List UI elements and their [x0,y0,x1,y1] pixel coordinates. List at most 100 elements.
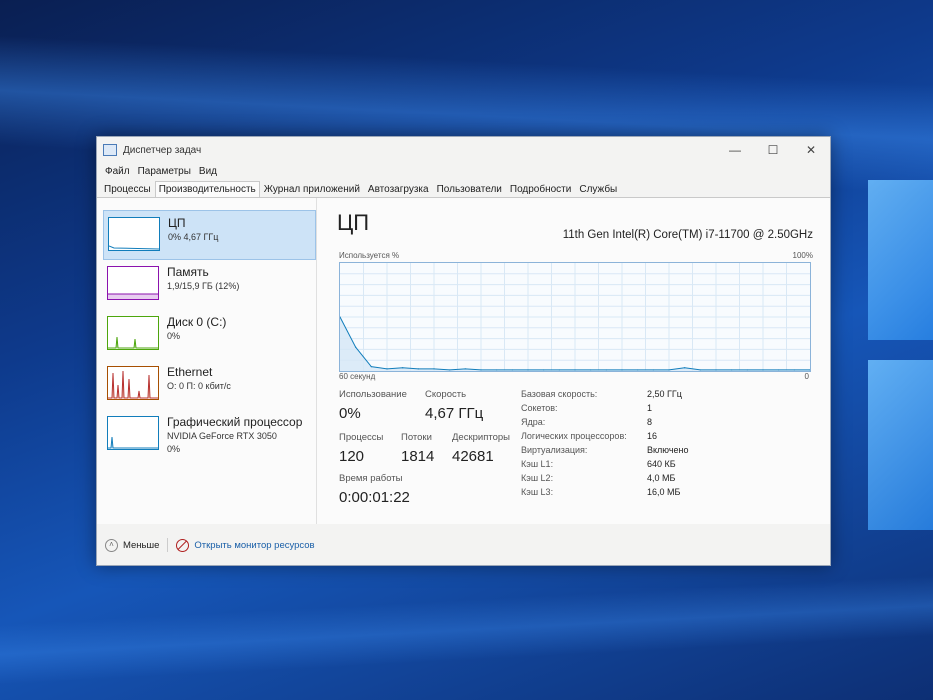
cpu-usage-point [480,369,482,371]
cpu-usage-point [715,369,717,371]
cpu-usage-point [652,369,654,371]
maximize-button[interactable]: ☐ [754,143,792,157]
graph-y-label: Используется % [339,251,400,260]
menu-bar: Файл Параметры Вид [97,163,830,179]
property-key: Кэш L1: [521,459,554,469]
cpu-usage-point [793,369,795,371]
sidebar-item-title: ЦП [168,216,186,230]
sidebar-item-subtitle: О: 0 П: 0 кбит/с [167,381,231,391]
tab-processes[interactable]: Процессы [100,181,155,197]
tab-users[interactable]: Пользователи [433,181,506,197]
speed-label: Скорость [425,389,467,400]
sidebar-item-gpu[interactable]: Графический процессор NVIDIA GeForce RTX… [103,410,314,458]
property-value: 16,0 МБ [647,487,681,497]
property-value: 1 [647,403,653,413]
cpu-usage-point [762,369,764,371]
tab-startup[interactable]: Автозагрузка [364,181,433,197]
property-value: 16 [647,431,658,441]
cpu-usage-point [590,369,592,371]
performance-panel: ЦП 0% 4,67 ГГц Память 1,9/15,9 ГБ (12%) [97,198,830,524]
graph-x-label: 60 секунд [339,372,376,381]
cpu-usage-point [417,368,419,370]
window-title: Диспетчер задач [123,144,202,156]
property-key: Кэш L3: [521,487,554,497]
sidebar-item-subtitle: 1,9/15,9 ГБ (12%) [167,281,240,291]
sidebar-item-title: Диск 0 (C:) [167,315,227,329]
cpu-usage-point [370,366,372,368]
uptime-value: 0:00:01:22 [339,489,410,506]
tab-app-history[interactable]: Журнал приложений [260,181,364,197]
memory-thumbnail-graph [107,266,159,300]
menu-options[interactable]: Параметры [134,166,195,177]
chevron-up-icon: ˄ [105,538,118,552]
menu-view[interactable]: Вид [195,166,221,177]
cpu-model-name: 11th Gen Intel(R) Core(TM) i7-11700 @ 2.… [562,229,813,241]
cpu-usage-point [386,368,388,370]
property-key: Логических процессоров: [521,431,627,441]
property-value: Включено [647,445,689,455]
sidebar-item-subtitle: 0% [167,331,181,341]
cpu-usage-point [637,369,639,371]
resource-monitor-icon [176,538,190,552]
fewer-details-label: Меньше [123,539,160,551]
property-key: Кэш L2: [521,473,554,483]
cpu-usage-point [449,369,451,371]
sidebar-item-subtitle: 0% [167,444,181,454]
handles-value: 42681 [452,448,494,465]
sidebar-item-title: Ethernet [167,365,213,379]
fewer-details-button[interactable]: ˄ Меньше [105,538,160,552]
cpu-usage-chart [339,263,811,371]
graph-y-max: 100% [792,251,813,260]
property-key: Сокетов: [521,403,558,413]
sidebar-item-title: Память [167,265,209,279]
tab-services[interactable]: Службы [575,181,621,197]
uptime-label: Время работы [339,473,403,484]
cpu-usage-point [684,367,686,369]
task-manager-icon [103,144,117,156]
title-bar[interactable]: Диспетчер задач — ☐ ✕ [97,137,830,163]
cpu-usage-point [496,369,498,371]
threads-label: Потоки [401,432,432,443]
cpu-usage-point [402,367,404,369]
cpu-usage-point [668,369,670,371]
usage-value: 0% [339,405,361,422]
tab-performance[interactable]: Производительность [154,181,260,197]
page-title: ЦП [337,210,370,235]
cpu-usage-point [746,369,748,371]
threads-value: 1814 [401,448,435,465]
windows-logo [860,170,933,540]
minimize-button[interactable]: — [716,143,754,157]
processes-value: 120 [339,448,365,465]
cpu-usage-point [621,369,623,371]
cpu-usage-point [778,369,780,371]
open-resource-monitor-link[interactable]: Открыть монитор ресурсов [176,538,315,552]
sidebar-item-ethernet[interactable]: Ethernet О: 0 П: 0 кбит/с [103,360,314,408]
sidebar-item-disk[interactable]: Диск 0 (C:) 0% [103,310,314,358]
cpu-usage-point [511,369,513,371]
cpu-usage-point [699,369,701,371]
property-key: Базовая скорость: [521,389,598,399]
ethernet-thumbnail-graph [107,366,159,400]
tab-details[interactable]: Подробности [506,181,575,197]
footer-bar: ˄ Меньше Открыть монитор ресурсов [97,534,830,556]
sidebar-item-memory[interactable]: Память 1,9/15,9 ГБ (12%) [103,260,314,308]
cpu-usage-point [605,369,607,371]
tab-bar: Процессы Производительность Журнал прило… [97,179,830,198]
property-key: Виртуализация: [521,445,588,455]
disk-thumbnail-graph [107,316,159,350]
desktop-light-beam [0,575,933,685]
cpu-usage-point [558,369,560,371]
cpu-usage-point [731,369,733,371]
sidebar-item-cpu[interactable]: ЦП 0% 4,67 ГГц [103,210,316,260]
menu-file[interactable]: Файл [101,166,134,177]
cpu-usage-point [464,368,466,370]
footer-divider [167,538,169,552]
close-button[interactable]: ✕ [792,143,830,157]
cpu-usage-point [543,369,545,371]
property-value: 640 КБ [647,459,676,469]
property-key: Ядра: [521,417,546,427]
property-value: 8 [647,417,653,427]
speed-value: 4,67 ГГц [425,405,484,422]
cpu-usage-point [527,369,529,371]
cpu-usage-graph [339,262,811,372]
